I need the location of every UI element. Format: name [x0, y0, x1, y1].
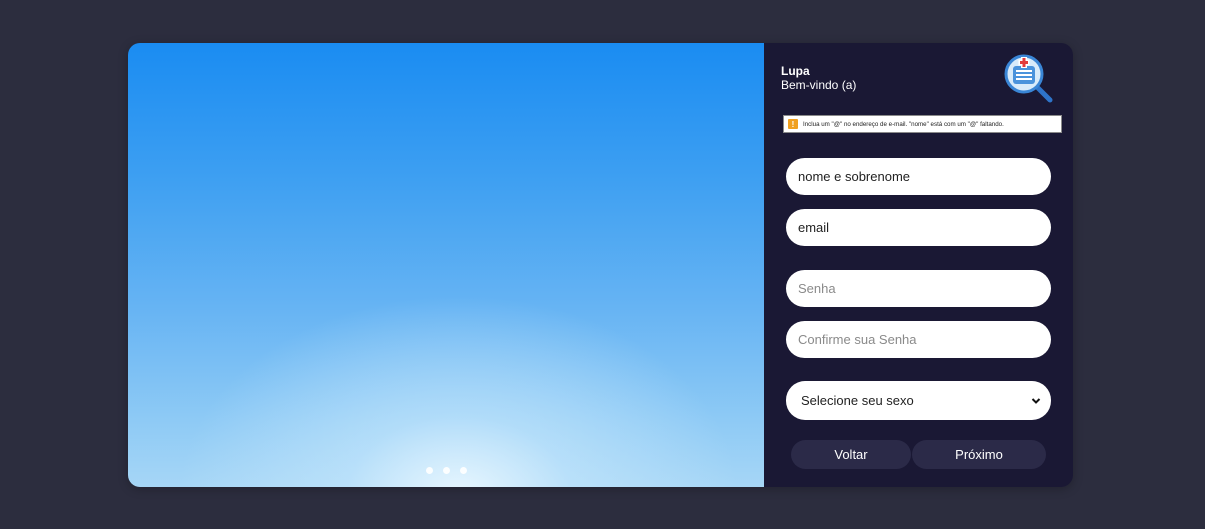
email-input[interactable]: [786, 209, 1051, 246]
welcome-text: Bem-vindo (a): [781, 78, 857, 92]
signup-card: Lupa Bem-vindo (a) ! Inclua um "@" no en…: [128, 43, 1073, 487]
carousel-dot[interactable]: [425, 467, 433, 474]
panel-header: Lupa Bem-vindo (a): [781, 64, 857, 93]
password-input[interactable]: [786, 270, 1051, 307]
validation-message: Inclua um "@" no endereço de e-mail. "no…: [803, 120, 1004, 128]
confirm-password-input[interactable]: [786, 321, 1051, 358]
name-input[interactable]: [786, 158, 1051, 195]
email-validation-tooltip: ! Inclua um "@" no endereço de e-mail. "…: [783, 115, 1062, 133]
gender-select-value: Selecione seu sexo: [801, 393, 914, 408]
medical-magnifier-logo: [1004, 54, 1053, 103]
carousel-dot[interactable]: [442, 467, 450, 474]
carousel-dots: [128, 467, 764, 474]
gender-select[interactable]: Selecione seu sexo: [786, 381, 1051, 420]
app-name: Lupa: [781, 64, 810, 78]
warning-icon: !: [788, 119, 798, 129]
hero-image: [128, 43, 764, 487]
chevron-down-icon: [1031, 397, 1041, 404]
next-button[interactable]: Próximo: [912, 440, 1046, 469]
signup-panel: Lupa Bem-vindo (a) ! Inclua um "@" no en…: [764, 43, 1073, 487]
back-button[interactable]: Voltar: [791, 440, 911, 469]
carousel-dot[interactable]: [459, 467, 467, 474]
